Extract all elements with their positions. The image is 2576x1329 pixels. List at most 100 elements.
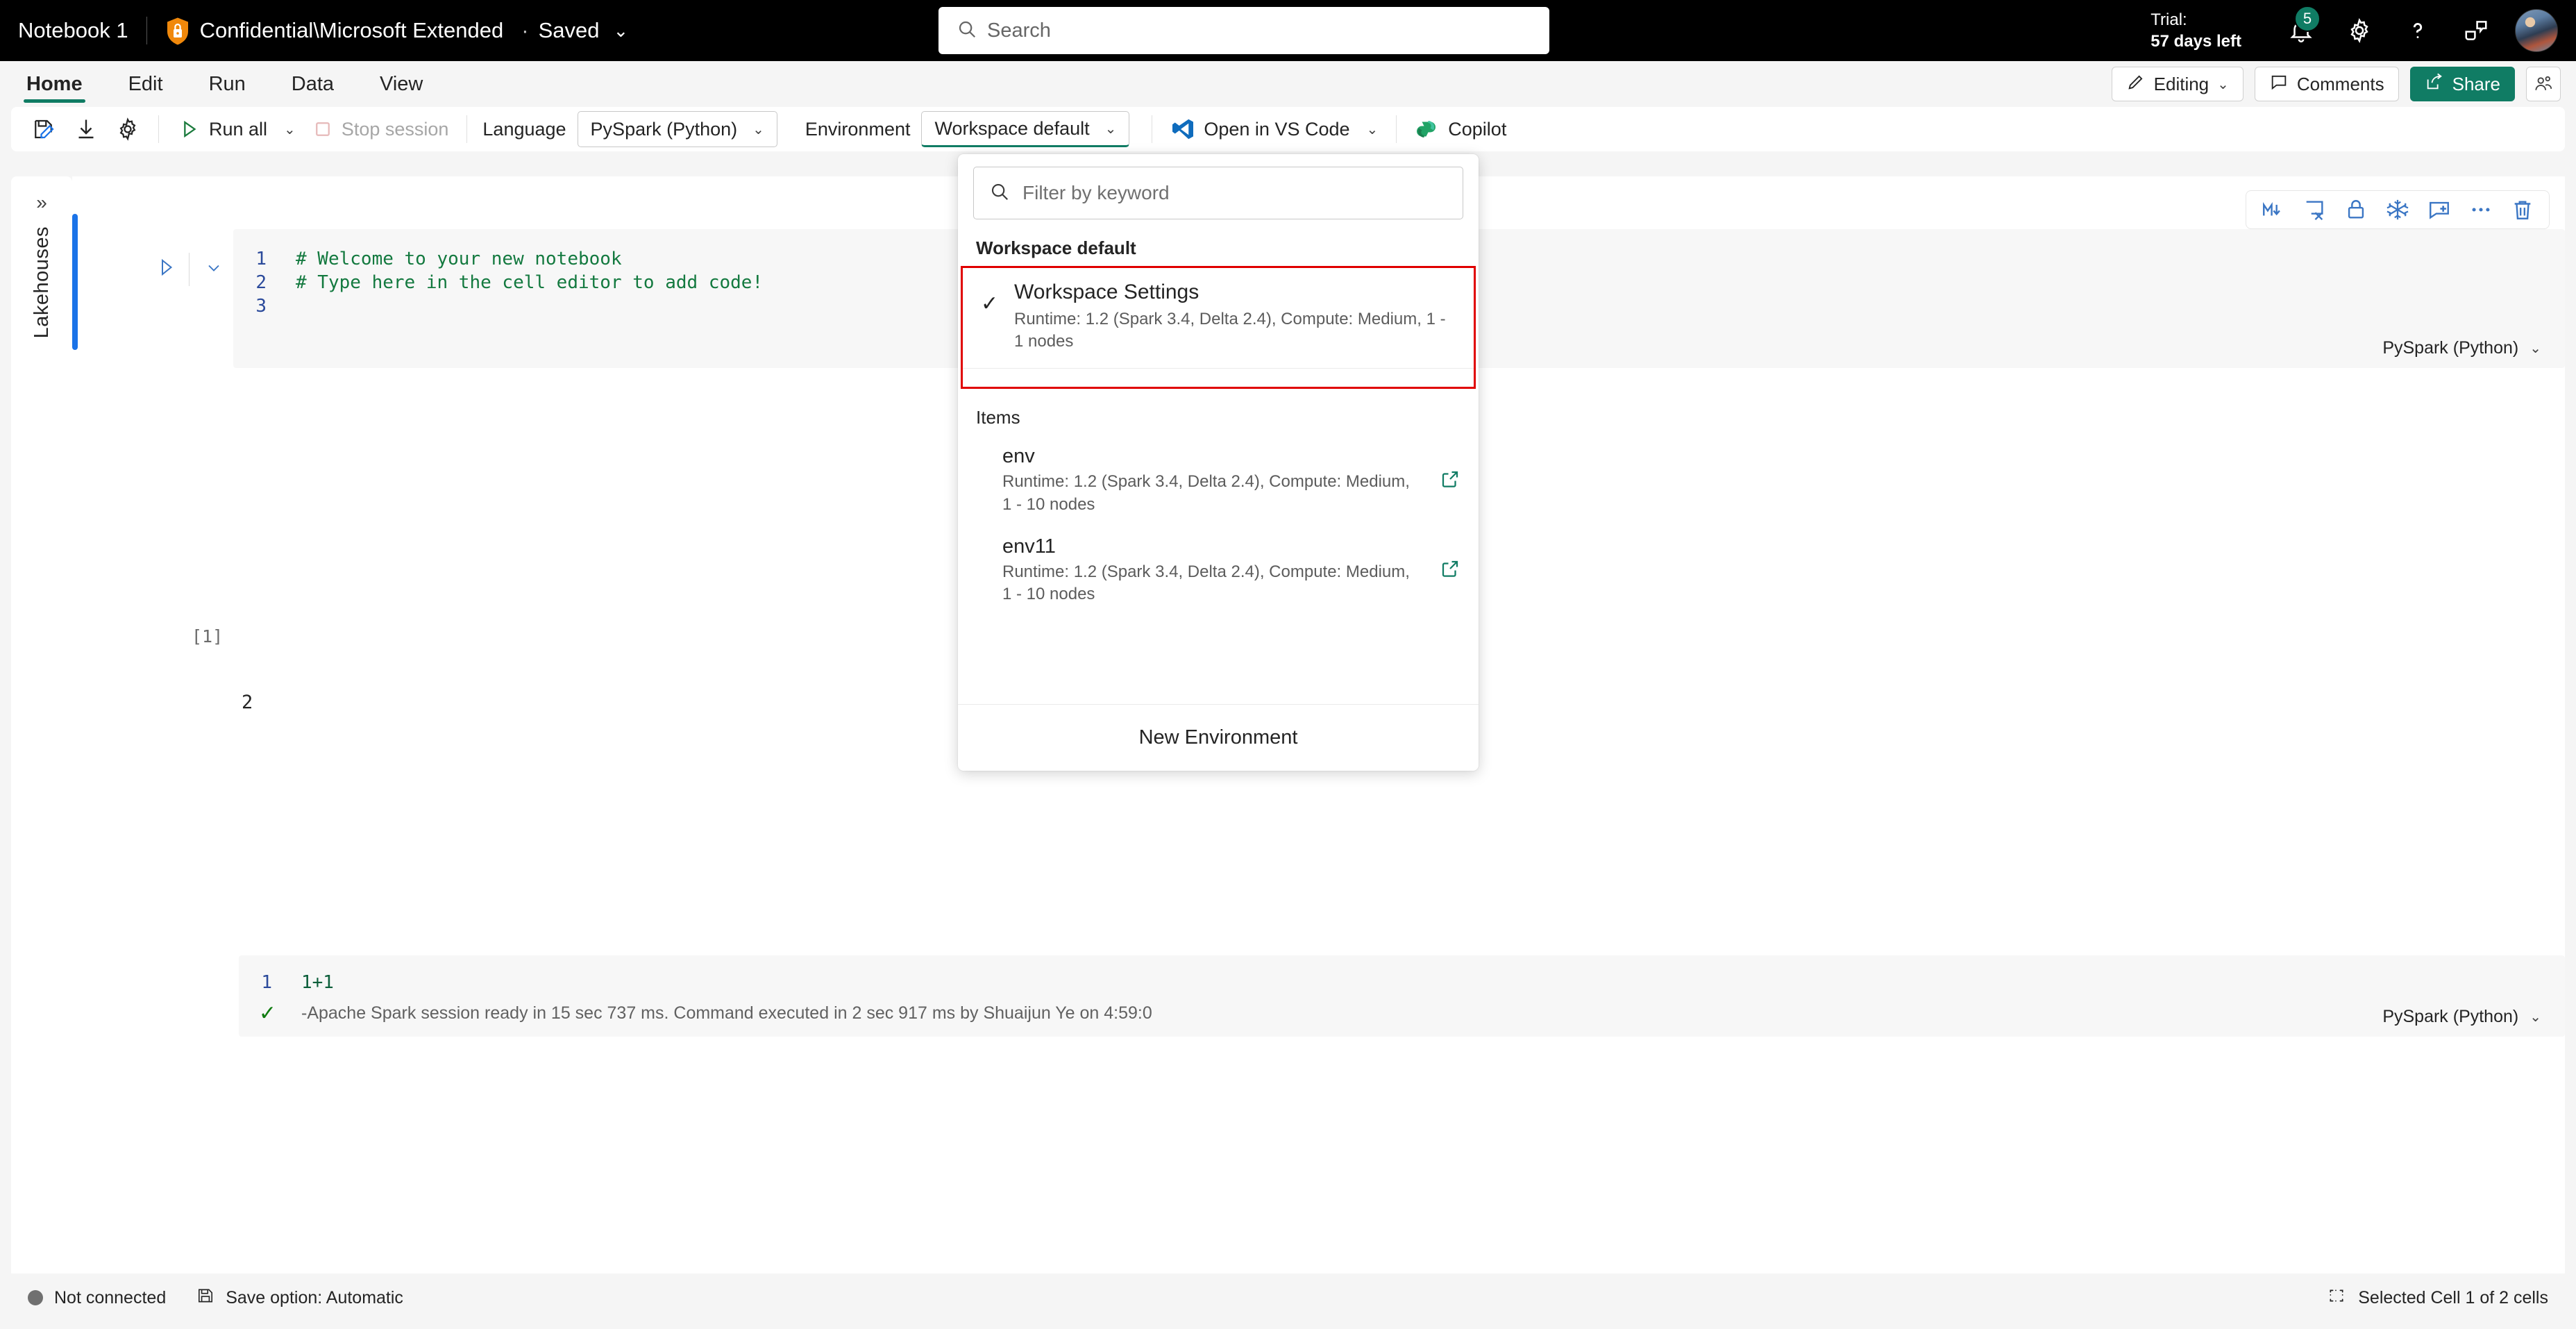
item-description: Runtime: 1.2 (Spark 3.4, Delta 2.4), Com… <box>1002 562 1410 604</box>
cell-2-output-value: 2 <box>242 692 253 713</box>
manage-access-button[interactable] <box>2526 67 2561 101</box>
environment-selector[interactable]: Workspace default ⌄ <box>921 111 1130 147</box>
group-header-workspace-default: Workspace default <box>976 237 1136 258</box>
item-description: Runtime: 1.2 (Spark 3.4, Delta 2.4), Com… <box>1002 472 1410 514</box>
line-number: 1 <box>255 249 267 269</box>
cell-1-language-selector[interactable]: PySpark (Python) ⌄ <box>2382 338 2541 358</box>
open-in-new-tab-icon[interactable] <box>1440 469 1460 493</box>
tab-view[interactable]: View <box>364 61 438 107</box>
option-workspace-settings[interactable]: ✓ Workspace Settings Runtime: 1.2 (Spark… <box>963 268 1474 368</box>
settings-button[interactable] <box>2330 0 2389 61</box>
notebook-title[interactable]: Notebook 1 <box>18 18 128 43</box>
stop-session-label: Stop session <box>341 118 449 140</box>
search-icon <box>989 181 1010 206</box>
trial-status: Trial: 57 days left <box>2150 9 2241 52</box>
more-options-icon[interactable] <box>2461 193 2500 226</box>
ribbon-right-actions: Editing ⌄ Comments Share <box>2111 61 2561 107</box>
open-in-new-tab-icon[interactable] <box>1440 558 1460 583</box>
line-number: 2 <box>255 272 267 293</box>
share-icon <box>2425 72 2444 97</box>
copilot-button[interactable]: Copilot <box>1406 112 1515 147</box>
list-item[interactable]: env11 Runtime: 1.2 (Spark 3.4, Delta 2.4… <box>958 526 1479 616</box>
tab-home[interactable]: Home <box>11 61 98 107</box>
expand-panel-icon[interactable]: » <box>36 192 47 214</box>
line-number: 1 <box>261 972 272 993</box>
sidebar-item-lakehouses[interactable]: Lakehouses <box>31 226 53 338</box>
item-name: env11 <box>1002 535 1056 558</box>
cell-language-value: PySpark (Python) <box>2382 1007 2519 1026</box>
download-button[interactable] <box>65 112 107 147</box>
delete-cell-icon[interactable] <box>2503 193 2542 226</box>
connection-status-label: Not connected <box>54 1287 167 1307</box>
option-name: Workspace Settings <box>1014 281 1199 303</box>
share-button[interactable]: Share <box>2409 67 2515 101</box>
tab-edit[interactable]: Edit <box>113 61 178 107</box>
comments-label: Comments <box>2296 73 2384 94</box>
toolbar-divider <box>1396 115 1397 143</box>
save-option-label: Save option: Automatic <box>226 1287 403 1307</box>
chevron-down-icon: ⌄ <box>1104 121 1117 137</box>
environment-items-list: env Runtime: 1.2 (Spark 3.4, Delta 2.4),… <box>958 435 1479 704</box>
chevron-down-icon: ⌄ <box>2529 341 2541 356</box>
cell-2-editor[interactable]: 1 1+1 ✓ -Apache Spark session ready in 1… <box>239 955 2565 1037</box>
top-header-bar: Notebook 1 Confidential\Microsoft Extend… <box>0 0 2576 61</box>
convert-to-markdown-icon[interactable] <box>2253 193 2292 226</box>
run-cell-button[interactable] <box>155 257 176 281</box>
group-header-items: Items <box>976 407 1020 428</box>
editing-mode-label: Editing <box>2153 73 2209 94</box>
run-all-dropdown[interactable]: ⌄ <box>276 112 304 147</box>
environment-filter-placeholder: Filter by keyword <box>1022 182 1170 203</box>
new-environment-button[interactable]: New Environment <box>958 704 1479 771</box>
code-line: 1 1+1 <box>239 955 2565 994</box>
freeze-icon[interactable] <box>2378 193 2417 226</box>
global-search-box[interactable]: Search <box>938 7 1549 54</box>
lakehouses-rail: » Lakehouses <box>11 176 72 1273</box>
notebook-settings-button[interactable] <box>107 112 149 147</box>
language-selector[interactable]: PySpark (Python) ⌄ <box>577 111 777 147</box>
help-button[interactable] <box>2389 0 2447 61</box>
cell-2-language-selector[interactable]: PySpark (Python) ⌄ <box>2382 1007 2541 1027</box>
user-avatar[interactable] <box>2515 9 2558 52</box>
comments-button[interactable]: Comments <box>2254 67 2399 101</box>
line-text: # Welcome to your new notebook <box>296 249 622 269</box>
tab-data[interactable]: Data <box>276 61 349 107</box>
notification-badge: 5 <box>2294 6 2321 32</box>
list-item[interactable]: env Runtime: 1.2 (Spark 3.4, Delta 2.4),… <box>958 435 1479 526</box>
editing-mode-button[interactable]: Editing ⌄ <box>2111 67 2244 101</box>
bottom-status-bar: Not connected Save option: Automatic Sel… <box>11 1278 2565 1318</box>
option-description: Runtime: 1.2 (Spark 3.4, Delta 2.4), Com… <box>1014 309 1446 351</box>
vscode-dropdown[interactable]: ⌄ <box>1358 112 1387 147</box>
stop-session-button[interactable]: Stop session <box>304 112 457 147</box>
run-all-button[interactable]: Run all <box>169 112 276 147</box>
save-as-notebook-button[interactable] <box>24 112 65 147</box>
highlight-spacer <box>963 369 1474 387</box>
feedback-button[interactable] <box>2447 0 2505 61</box>
chevron-down-icon[interactable]: ⌄ <box>613 20 628 42</box>
tab-run[interactable]: Run <box>194 61 261 107</box>
cell-selection-status[interactable]: Selected Cell 1 of 2 cells <box>2327 1287 2548 1310</box>
header-right-cluster: Trial: 57 days left 5 <box>2150 0 2576 61</box>
item-body: env Runtime: 1.2 (Spark 3.4, Delta 2.4),… <box>1002 445 1440 516</box>
open-in-vscode-button[interactable]: Open in VS Code <box>1162 112 1358 147</box>
clear-output-icon[interactable] <box>2295 193 2334 226</box>
success-check-icon: ✓ <box>258 1002 276 1025</box>
active-cell-indicator <box>72 214 78 350</box>
sensitivity-label[interactable]: Confidential\Microsoft Extended <box>200 18 504 43</box>
cell-language-value: PySpark (Python) <box>2382 338 2519 358</box>
chevron-down-icon: ⌄ <box>752 122 764 137</box>
add-comment-icon[interactable] <box>2420 193 2459 226</box>
cell-actions-toolbar <box>2246 190 2550 229</box>
chevron-down-icon: ⌄ <box>284 122 296 137</box>
item-body: env11 Runtime: 1.2 (Spark 3.4, Delta 2.4… <box>1002 535 1440 606</box>
language-label: Language <box>482 118 566 140</box>
notifications-button[interactable]: 5 <box>2272 0 2330 61</box>
connection-status[interactable]: Not connected <box>28 1288 166 1308</box>
lock-icon[interactable] <box>2337 193 2375 226</box>
environment-dropdown-panel: Filter by keyword Workspace default ✓ Wo… <box>958 154 1479 771</box>
item-name: env <box>1002 445 1035 468</box>
language-value: PySpark (Python) <box>590 118 738 140</box>
title-separator-dot: · <box>521 18 529 42</box>
collapse-cell-icon[interactable] <box>204 258 224 281</box>
environment-filter-input[interactable]: Filter by keyword <box>973 167 1463 219</box>
save-option-status[interactable]: Save option: Automatic <box>196 1287 403 1310</box>
